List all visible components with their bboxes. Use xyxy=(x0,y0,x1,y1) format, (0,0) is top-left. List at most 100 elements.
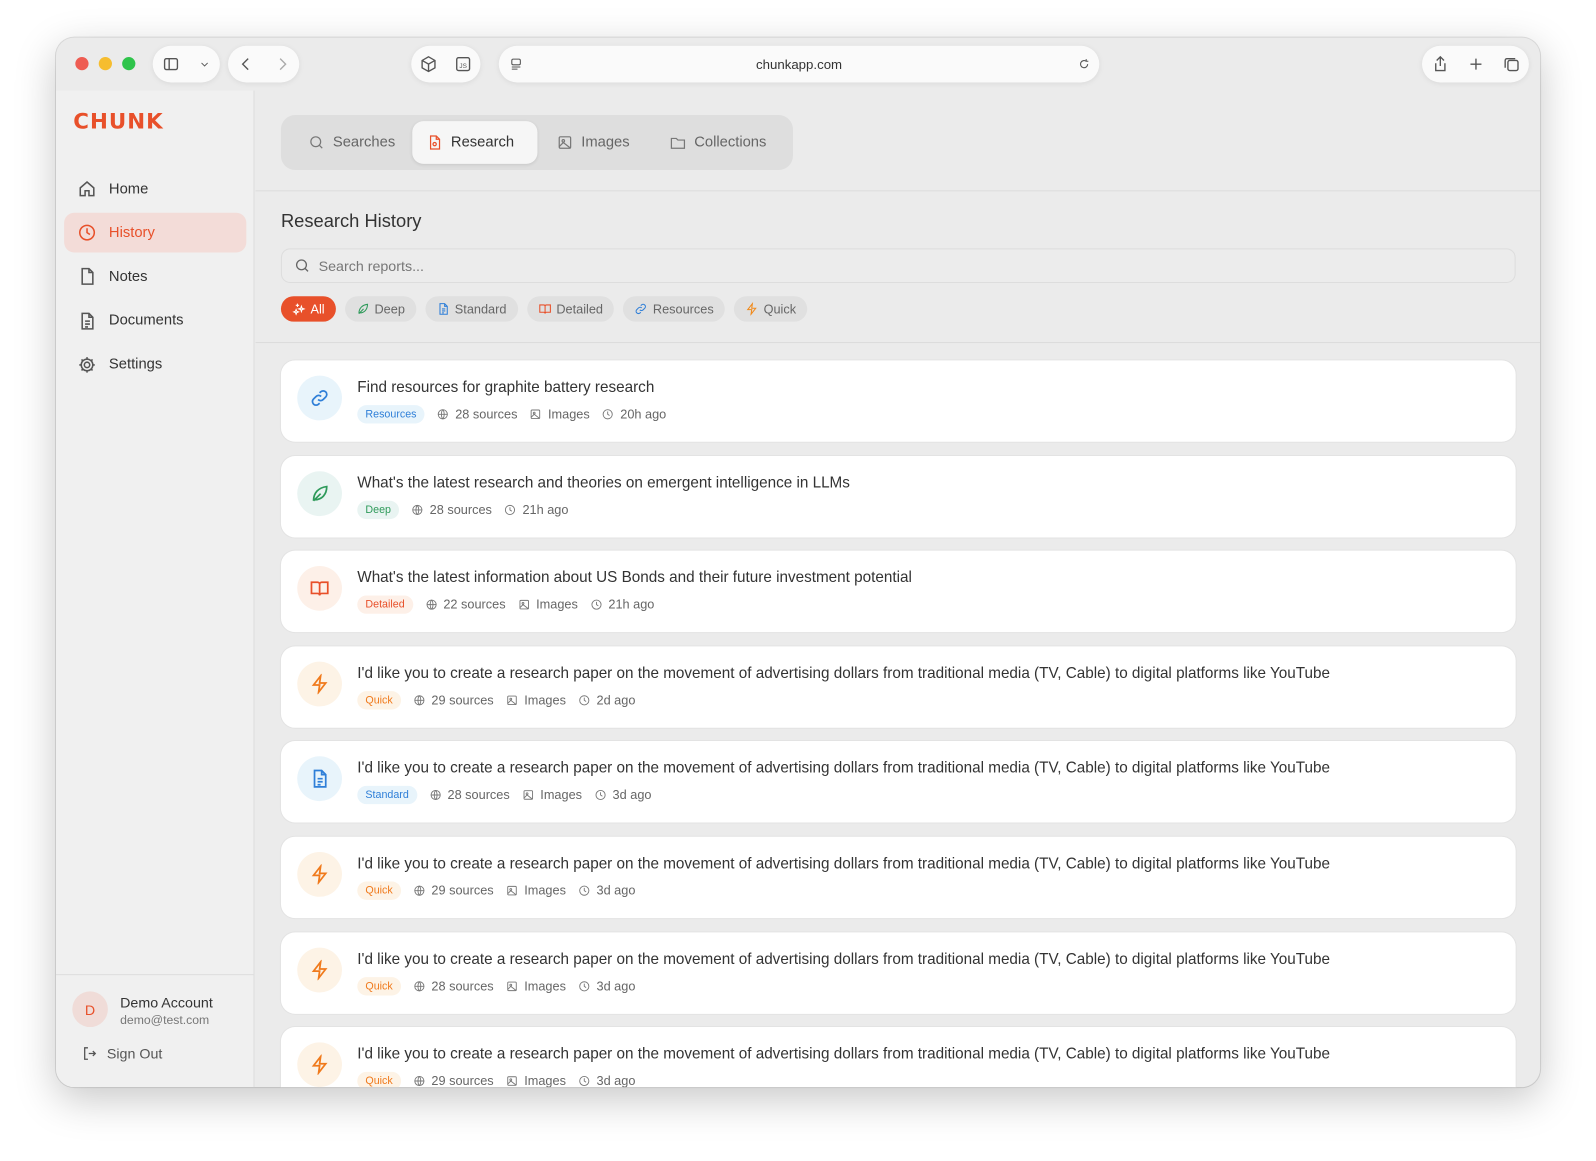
time-text: 21h ago xyxy=(522,502,569,517)
images-indicator: Images xyxy=(518,598,578,612)
globe-icon xyxy=(414,1076,425,1087)
timestamp: 3d ago xyxy=(594,788,651,802)
file-icon xyxy=(81,268,94,286)
type-badge: Deep xyxy=(357,500,400,519)
book-icon xyxy=(538,304,551,314)
share-icon[interactable] xyxy=(1431,55,1449,73)
extension-cube-icon[interactable] xyxy=(419,55,437,73)
folder-icon xyxy=(670,137,686,149)
report-title: I'd like you to create a research paper … xyxy=(357,759,1330,778)
bolt-icon xyxy=(746,302,757,316)
filter-quick[interactable]: Quick xyxy=(734,296,808,322)
javascript-icon[interactable]: JS xyxy=(454,55,472,73)
report-card[interactable]: I'd like you to create a research paper … xyxy=(280,1027,1516,1088)
sources-count: 28 sources xyxy=(413,979,494,993)
address-bar[interactable]: chunkapp.com xyxy=(498,45,1100,83)
globe-icon xyxy=(437,409,449,420)
bolt-icon xyxy=(311,1054,328,1076)
sidebar-item-history[interactable]: History xyxy=(64,212,247,253)
sources-count: 29 sources xyxy=(413,693,494,707)
timestamp: 3d ago xyxy=(578,884,635,898)
sources-text: 28 sources xyxy=(431,978,494,994)
time-text: 3d ago xyxy=(596,978,636,994)
tab-searches[interactable]: Searches xyxy=(294,121,409,164)
sign-out-button[interactable]: Sign Out xyxy=(81,1045,162,1062)
avatar[interactable]: D xyxy=(72,991,108,1028)
report-meta: Quick 29 sources Images 2d ago xyxy=(357,690,647,710)
search-reports-field[interactable] xyxy=(280,248,1516,283)
image-icon xyxy=(507,695,517,705)
filter-detailed[interactable]: Detailed xyxy=(526,296,615,322)
document-icon xyxy=(313,770,327,789)
image-icon xyxy=(507,1076,517,1086)
report-card[interactable]: What's the latest research and theories … xyxy=(280,455,1516,538)
sidebar-item-home[interactable]: Home xyxy=(64,169,246,209)
clock-icon xyxy=(595,790,606,801)
images-text: Images xyxy=(524,883,566,898)
globe-icon xyxy=(412,504,423,515)
timestamp: 21h ago xyxy=(504,502,569,517)
sidebar-item-notes[interactable]: Notes xyxy=(64,257,246,297)
tab-collections[interactable]: Collections xyxy=(656,121,781,164)
timestamp: 21h ago xyxy=(590,598,654,612)
report-type-icon xyxy=(297,947,343,993)
page-title: Research History xyxy=(280,210,422,232)
sidebar-item-settings[interactable]: Settings xyxy=(64,345,246,385)
filter-standard[interactable]: Standard xyxy=(425,296,518,322)
reload-icon[interactable] xyxy=(1077,55,1091,73)
leaf-icon xyxy=(312,485,328,502)
filter-deep[interactable]: Deep xyxy=(344,296,417,322)
tab-overview-icon[interactable] xyxy=(1502,55,1520,73)
sidebar-item-label: Home xyxy=(108,180,149,197)
back-icon[interactable] xyxy=(237,55,255,73)
search-icon xyxy=(310,136,323,149)
main-content: Searches Research Images Collections Resear… xyxy=(255,91,1541,1088)
book-icon xyxy=(310,581,329,596)
forward-icon[interactable] xyxy=(272,55,290,73)
report-type-icon xyxy=(297,851,343,897)
report-card[interactable]: What's the latest information about US B… xyxy=(280,550,1516,633)
globe-icon xyxy=(414,885,425,896)
images-indicator: Images xyxy=(530,407,590,421)
sidebar-item-documents[interactable]: Documents xyxy=(64,301,246,341)
type-badge: Quick xyxy=(357,881,401,900)
url-text: chunkapp.com xyxy=(756,56,843,72)
tab-research[interactable]: Research xyxy=(412,121,538,164)
document-icon xyxy=(439,303,448,315)
sources-text: 28 sources xyxy=(429,502,492,517)
browser-toolbar: JS chunkapp.com xyxy=(56,38,1540,91)
new-tab-icon[interactable] xyxy=(1466,55,1484,73)
filter-resources[interactable]: Resources xyxy=(623,296,725,322)
report-meta: Standard 28 sources Images 3d ago xyxy=(357,786,663,805)
filter-all[interactable]: All xyxy=(280,296,336,322)
filter-label: Standard xyxy=(454,301,507,317)
minimize-window-button[interactable] xyxy=(98,57,112,71)
maximize-window-button[interactable] xyxy=(122,57,136,71)
images-indicator: Images xyxy=(506,1074,566,1087)
tab-images[interactable]: Images xyxy=(543,121,644,164)
sidebar-divider xyxy=(55,974,254,976)
account-email: demo@test.com xyxy=(120,1012,210,1028)
time-text: 3d ago xyxy=(612,788,652,803)
app-logo[interactable]: CHUNK xyxy=(73,109,163,133)
search-reports-input[interactable] xyxy=(318,257,1439,274)
sparkles-icon xyxy=(292,303,306,316)
filter-label: Quick xyxy=(763,301,797,317)
report-type-icon xyxy=(297,375,343,421)
bolt-icon xyxy=(311,864,328,885)
sources-count: 29 sources xyxy=(413,884,494,898)
clock-icon xyxy=(579,695,590,706)
leaf-icon xyxy=(358,303,368,314)
report-card[interactable]: Find resources for graphite battery rese… xyxy=(280,360,1516,442)
filter-label: All xyxy=(310,301,325,317)
report-card[interactable]: I'd like you to create a research paper … xyxy=(280,646,1516,728)
clock-icon xyxy=(579,885,590,896)
bolt-icon xyxy=(311,673,328,694)
report-card[interactable]: I'd like you to create a research paper … xyxy=(280,741,1516,823)
page-menu-icon[interactable] xyxy=(509,55,523,73)
sidebar-toggle-button[interactable] xyxy=(152,45,220,83)
report-card[interactable]: I'd like you to create a research paper … xyxy=(280,836,1516,919)
close-window-button[interactable] xyxy=(75,57,89,71)
clock-icon xyxy=(579,980,590,991)
report-card[interactable]: I'd like you to create a research paper … xyxy=(280,931,1516,1014)
